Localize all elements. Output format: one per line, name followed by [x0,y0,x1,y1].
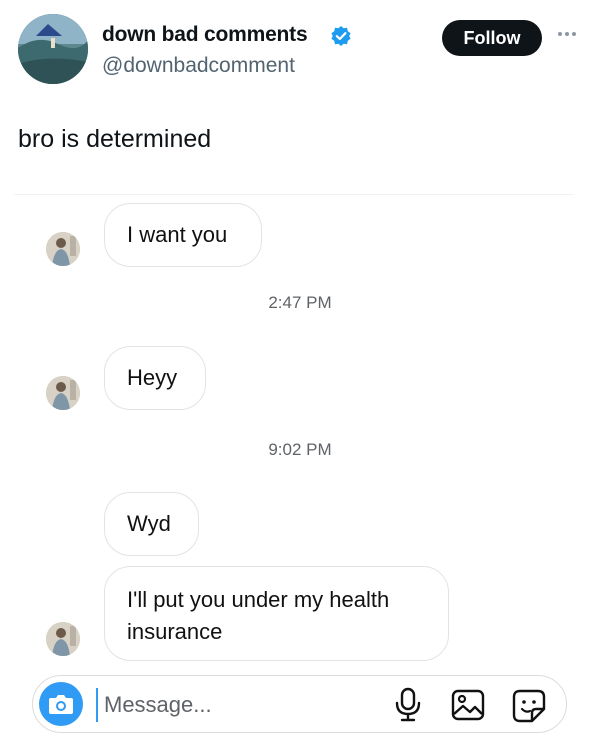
tweet-text: bro is determined [18,125,212,153]
author-display-name[interactable]: down bad comments [102,23,308,47]
camera-icon[interactable] [39,682,83,726]
sender-avatar[interactable] [46,622,80,656]
author-avatar[interactable] [18,14,88,84]
microphone-icon[interactable] [392,687,424,723]
message-text: I'll put you under my health insurance [127,587,390,644]
sender-avatar[interactable] [46,232,80,266]
message-timestamp: 9:02 PM [268,440,332,459]
message-timestamp: 2:47 PM [268,293,332,312]
sticker-icon[interactable] [512,689,546,723]
divider [14,194,574,195]
verified-badge-icon [330,25,352,47]
message-bubble[interactable]: Wyd [104,492,199,556]
message-bubble[interactable]: I want you [104,203,262,267]
message-text: I want you [127,222,228,247]
message-input[interactable] [96,688,374,722]
message-bubble[interactable]: Heyy [104,346,206,410]
sender-avatar[interactable] [46,376,80,410]
more-options-icon[interactable] [554,24,580,44]
message-text: Wyd [127,511,171,536]
follow-button[interactable]: Follow [442,20,542,56]
gallery-icon[interactable] [451,689,485,721]
author-handle[interactable]: @downbadcomment [102,54,295,78]
message-text: Heyy [127,365,178,390]
message-bubble[interactable]: I'll put you under my health insurance [104,566,449,661]
